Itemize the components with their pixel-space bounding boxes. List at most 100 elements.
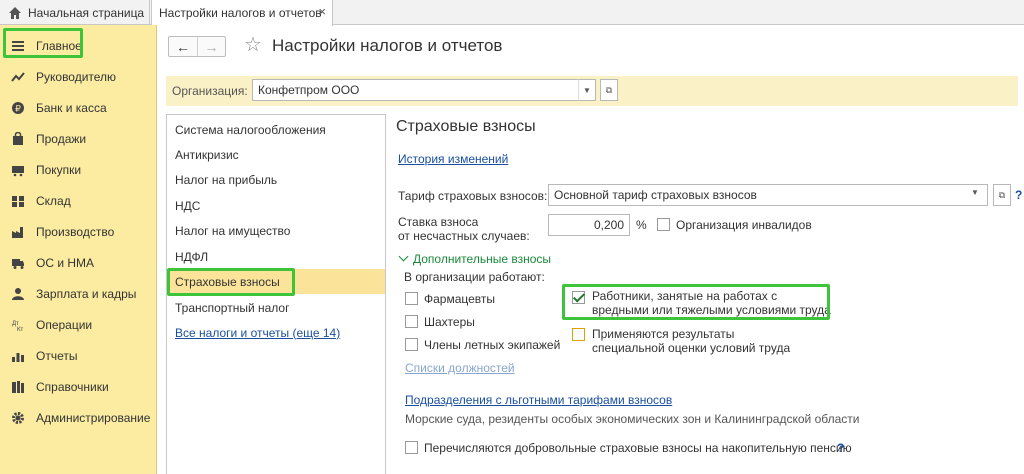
insurance-panel: Страховые взносы История изменений Тариф… — [396, 114, 1024, 474]
org-bar: Организация: Конфетпром ООО ▼ ⧉ — [166, 76, 1018, 106]
sidebar-item-references[interactable]: Справочники — [0, 371, 157, 402]
subdivisions-note: Морские суда, резиденты особых экономиче… — [405, 412, 860, 426]
sidebar-item-admin[interactable]: Администрирование — [0, 402, 157, 433]
section-item-transport-tax[interactable]: Транспортный налог — [167, 295, 385, 320]
section-item-vat[interactable]: НДС — [167, 193, 385, 218]
section-item-anticrisis[interactable]: Антикризис — [167, 142, 385, 167]
sidebar-item-label: Производство — [36, 224, 115, 239]
voluntary-label: Перечисляются добровольные страховые взн… — [424, 441, 852, 455]
page-title: Настройки налогов и отчетов — [272, 36, 503, 55]
history-link[interactable]: История изменений — [398, 152, 508, 166]
truck-icon — [10, 255, 26, 271]
bag-icon — [10, 131, 26, 147]
sidebar-item-label: Операции — [36, 317, 93, 332]
flight-crew-checkbox[interactable] — [405, 338, 418, 351]
sidebar-item-label: Склад — [36, 193, 71, 208]
voluntary-checkbox[interactable] — [405, 441, 418, 454]
sidebar-item-label: Руководителю — [36, 69, 117, 84]
subdivisions-link[interactable]: Подразделения с льготными тарифами взнос… — [405, 393, 672, 407]
cart-icon — [10, 162, 26, 178]
sidebar-item-label: Банк и касса — [36, 100, 107, 115]
bar-chart-icon — [10, 348, 26, 364]
tab-tax-settings-label: Настройки налогов и отчетов — [159, 6, 322, 20]
sidebar-item-bank[interactable]: ₽ Банк и касса — [0, 92, 157, 123]
tariff-select[interactable]: Основной тариф страховых взносов — [548, 184, 988, 206]
rate-label: Ставка взноса от несчастных случаев: — [398, 215, 530, 243]
rate-input[interactable]: 0,200 — [548, 214, 630, 236]
sidebar-item-production[interactable]: Производство — [0, 216, 157, 247]
rate-label-line1: Ставка взноса — [398, 215, 479, 229]
sidebar-item-label: Справочники — [36, 379, 109, 394]
assessment-label: Применяются результаты специальной оценк… — [592, 327, 790, 355]
miners-checkbox[interactable] — [405, 315, 418, 328]
rate-unit: % — [636, 218, 647, 232]
assessment-checkbox[interactable] — [572, 328, 585, 341]
sidebar-item-warehouse[interactable]: Склад — [0, 185, 157, 216]
open-icon[interactable]: ⧉ — [993, 184, 1011, 206]
close-icon[interactable]: × — [318, 5, 326, 19]
sidebar-item-label: Администрирование — [36, 410, 151, 425]
help-icon[interactable]: ? — [1015, 188, 1022, 202]
coin-icon: ₽ — [10, 100, 26, 116]
sidebar-item-assets[interactable]: ОС и НМА — [0, 247, 157, 278]
tariff-label: Тариф страховых взносов: — [398, 189, 548, 203]
sidebar-item-purchases[interactable]: Покупки — [0, 154, 157, 185]
sidebar-item-label: Отчеты — [36, 348, 78, 363]
sidebar-item-label: Покупки — [36, 162, 82, 177]
help-icon[interactable]: ? — [837, 441, 844, 455]
disabled-org-label: Организация инвалидов — [676, 218, 812, 232]
org-select[interactable]: Конфетпром ООО — [252, 79, 582, 101]
extra-section-toggle[interactable]: Дополнительные взносы — [398, 251, 551, 266]
section-item-property-tax[interactable]: Налог на имущество — [167, 218, 385, 243]
chevron-down-icon[interactable]: ▼ — [578, 79, 596, 101]
tab-tax-settings[interactable]: Настройки налогов и отчетов × — [151, 0, 333, 26]
chevron-down-icon — [398, 251, 409, 262]
disabled-org-checkbox[interactable] — [657, 218, 670, 231]
books-icon — [10, 379, 26, 395]
person-icon — [10, 286, 26, 302]
back-button[interactable]: ← — [169, 37, 197, 56]
flight-crew-label: Члены летных экипажей — [424, 338, 561, 352]
tab-home[interactable]: Начальная страница — [0, 0, 150, 25]
assessment-label-line1: Применяются результаты — [592, 327, 735, 341]
star-icon[interactable]: ☆ — [244, 34, 262, 56]
sidebar-item-label: Зарплата и кадры — [36, 286, 137, 301]
sidebar-item-label: ОС и НМА — [36, 255, 95, 270]
sections-list: Система налогообложения Антикризис Налог… — [166, 114, 386, 474]
highlight-box-main — [3, 28, 83, 58]
top-tab-bar: Начальная страница Настройки налогов и о… — [0, 0, 1024, 26]
sidebar-item-sales[interactable]: Продажи — [0, 123, 157, 154]
sidebar-item-operations[interactable]: Дт Кт Операции — [0, 309, 157, 340]
sidebar-item-director[interactable]: Руководителю — [0, 61, 157, 92]
forward-button[interactable]: → — [196, 37, 225, 56]
rate-label-line2: от несчастных случаев: — [398, 229, 530, 243]
warehouse-icon — [10, 193, 26, 209]
factory-icon — [10, 224, 26, 240]
sidebar-item-payroll[interactable]: Зарплата и кадры — [0, 278, 157, 309]
section-title: Страховые взносы — [396, 118, 536, 135]
chevron-down-icon[interactable]: ▼ — [971, 188, 979, 197]
sidebar-item-reports[interactable]: Отчеты — [0, 340, 157, 371]
pharmacists-label: Фармацевты — [424, 292, 496, 306]
pharmacists-checkbox[interactable] — [405, 292, 418, 305]
assessment-label-line2: специальной оценки условий труда — [592, 341, 791, 355]
extra-section-label: Дополнительные взносы — [413, 252, 551, 266]
section-item-ndfl[interactable]: НДФЛ — [167, 244, 385, 269]
miners-label: Шахтеры — [424, 315, 475, 329]
open-icon[interactable]: ⧉ — [600, 79, 618, 101]
highlight-box-hazard — [562, 284, 830, 320]
highlight-box-insurance — [167, 268, 295, 296]
trend-icon — [10, 69, 26, 85]
positions-link[interactable]: Списки должностей — [405, 361, 515, 375]
section-item-profit-tax[interactable]: Налог на прибыль — [167, 167, 385, 192]
all-taxes-link[interactable]: Все налоги и отчеты (еще 14) — [167, 320, 385, 345]
svg-text:₽: ₽ — [15, 103, 21, 113]
sidebar-item-label: Продажи — [36, 131, 87, 146]
svg-text:Кт: Кт — [17, 327, 23, 332]
section-item-tax-system[interactable]: Система налогообложения — [167, 117, 385, 142]
org-label: Организация: — [172, 84, 248, 98]
tab-home-label: Начальная страница — [28, 5, 145, 20]
operations-icon: Дт Кт — [10, 317, 26, 333]
gear-icon — [10, 410, 26, 426]
works-label: В организации работают: — [404, 270, 545, 284]
